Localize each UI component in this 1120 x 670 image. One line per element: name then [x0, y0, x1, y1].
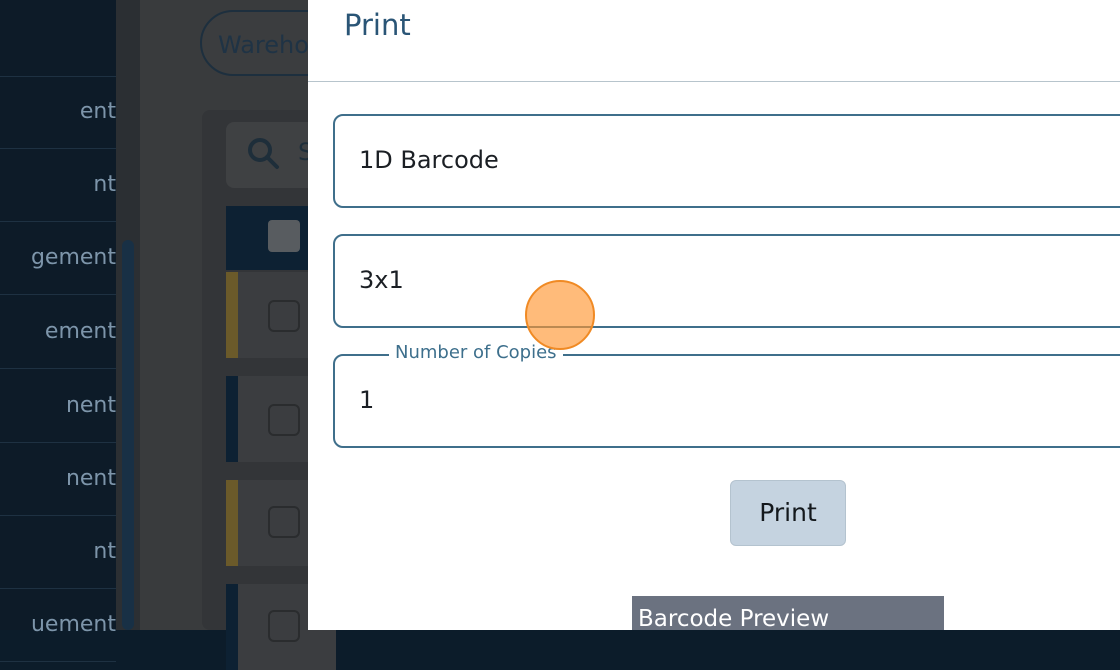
sidebar-item-8[interactable]: uement — [0, 589, 116, 662]
sidebar-item-5[interactable]: nent — [0, 370, 116, 443]
row-checkbox[interactable] — [268, 300, 300, 332]
row-checkbox[interactable] — [268, 506, 300, 538]
sidebar-item-label: ement — [44, 319, 116, 344]
row-status-bar — [226, 272, 238, 358]
row-checkbox[interactable] — [268, 610, 300, 642]
sidebar-item-label: nent — [65, 393, 116, 418]
print-button[interactable]: Print — [730, 480, 846, 546]
sidebar-item-label: uement — [30, 612, 116, 637]
sidebar-item-1[interactable]: ent — [0, 76, 116, 149]
sidebar-item-4[interactable]: ement — [0, 296, 116, 369]
row-checkbox[interactable] — [268, 404, 300, 436]
sidebar: ent nt gement ement nent nent nt uement — [0, 0, 116, 662]
row-status-bar — [226, 480, 238, 566]
sidebar-item-2[interactable]: nt — [0, 149, 116, 222]
row-status-bar — [226, 584, 238, 670]
label-size-select[interactable]: 3x1 — [333, 234, 1120, 328]
print-dialog: Print 1D Barcode 3x1 Number of Copies 1 … — [308, 0, 1120, 630]
sidebar-item-label: nent — [65, 466, 116, 491]
dialog-divider — [308, 81, 1120, 82]
select-all-checkbox[interactable] — [268, 220, 300, 252]
cursor-indicator — [525, 280, 595, 350]
sidebar-item-7[interactable]: nt — [0, 516, 116, 589]
sidebar-item-3[interactable]: gement — [0, 222, 116, 295]
sidebar-item-6[interactable]: nent — [0, 443, 116, 516]
copies-label: Number of Copies — [389, 342, 563, 363]
dialog-title: Print — [344, 8, 411, 42]
sidebar-item-label: ent — [79, 99, 116, 124]
copies-value: 1 — [359, 386, 375, 414]
barcode-preview-header: Barcode Preview — [632, 596, 944, 630]
label-size-value: 3x1 — [359, 266, 404, 294]
barcode-type-select[interactable]: 1D Barcode — [333, 114, 1120, 208]
scrollbar-thumb[interactable] — [122, 240, 134, 630]
copies-field[interactable]: Number of Copies 1 — [333, 342, 1120, 448]
sidebar-item-label: gement — [30, 245, 116, 270]
sidebar-header — [0, 0, 116, 77]
row-status-bar — [226, 376, 238, 462]
sidebar-item-label: nt — [93, 539, 116, 564]
barcode-type-value: 1D Barcode — [359, 146, 499, 174]
sidebar-item-label: nt — [93, 172, 116, 197]
search-icon — [248, 138, 279, 169]
